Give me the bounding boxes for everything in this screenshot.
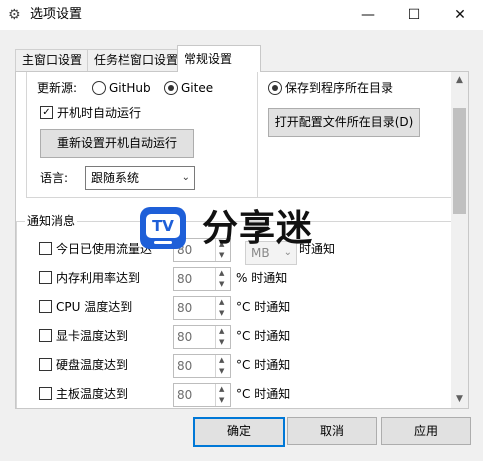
gitee-radio-label[interactable]: Gitee xyxy=(181,80,213,96)
mainboard-temp-notify-label[interactable]: 主板温度达到 xyxy=(56,386,128,402)
update-source-label: 更新源: xyxy=(37,81,78,95)
language-select-value: 跟随系统 xyxy=(91,171,140,185)
autostart-label[interactable]: 开机时自动运行 xyxy=(57,105,141,121)
watermark-badge: TV xyxy=(146,214,180,238)
spinner-arrows[interactable]: ▲ ▼ xyxy=(215,326,230,348)
close-button[interactable]: ✕ xyxy=(437,0,483,30)
scrollbar-thumb[interactable] xyxy=(453,108,466,214)
traffic-notify-label[interactable]: 今日已使用流量达 xyxy=(56,241,152,257)
chevron-down-icon: ⌄ xyxy=(181,172,190,183)
language-select[interactable]: 跟随系统 ⌄ xyxy=(85,166,195,190)
disk-temp-notify-suffix: °C 时通知 xyxy=(236,358,291,372)
github-radio[interactable] xyxy=(92,81,106,95)
memory-notify-label[interactable]: 内存利用率达到 xyxy=(56,270,140,286)
spinner-arrows[interactable]: ▲ ▼ xyxy=(215,355,230,377)
tv-stand xyxy=(154,241,172,244)
memory-notify-checkbox[interactable] xyxy=(39,271,52,284)
cpu-temp-threshold-spinner[interactable]: 80 ▲ ▼ xyxy=(173,296,231,320)
tv-logo-icon: TV xyxy=(140,207,186,249)
cpu-temp-notify-suffix: °C 时通知 xyxy=(236,300,291,314)
cpu-temp-notify-checkbox[interactable] xyxy=(39,300,52,313)
disk-temp-notify-checkbox[interactable] xyxy=(39,358,52,371)
github-radio-label[interactable]: GitHub xyxy=(109,80,151,96)
mainboard-temp-notify-suffix: °C 时通知 xyxy=(236,387,291,401)
memory-threshold-value: 80 xyxy=(177,272,193,286)
cpu-temp-notify-label[interactable]: CPU 温度达到 xyxy=(56,299,132,315)
maximize-button[interactable]: ☐ xyxy=(391,0,437,30)
traffic-notify-checkbox[interactable] xyxy=(39,242,52,255)
spinner-arrows[interactable]: ▲ ▼ xyxy=(215,268,230,290)
mainboard-temp-threshold-spinner[interactable]: 80 ▲ ▼ xyxy=(173,383,231,407)
cancel-button[interactable]: 取消 xyxy=(287,417,377,445)
scroll-up-arrow-icon[interactable]: ▲ xyxy=(451,72,468,89)
gitee-radio[interactable] xyxy=(164,81,178,95)
tab-general[interactable]: 常规设置 xyxy=(177,45,261,72)
title-bar: ⚙ 选项设置 — ☐ ✕ xyxy=(0,0,483,30)
save-to-program-dir-radio[interactable] xyxy=(268,81,282,95)
window-title: 选项设置 xyxy=(30,7,83,22)
spinner-arrows[interactable]: ▲ ▼ xyxy=(215,384,230,406)
notify-group-title: 通知消息 xyxy=(25,213,78,229)
disk-temp-threshold-value: 80 xyxy=(177,359,193,373)
memory-threshold-spinner[interactable]: 80 ▲ ▼ xyxy=(173,267,231,291)
memory-notify-suffix: % 时通知 xyxy=(236,271,288,285)
mainboard-temp-threshold-value: 80 xyxy=(177,388,193,402)
gpu-temp-threshold-value: 80 xyxy=(177,330,193,344)
watermark: TV 分享迷 xyxy=(140,205,340,255)
mainboard-temp-notify-checkbox[interactable] xyxy=(39,387,52,400)
options-dialog: ⚙ 选项设置 — ☐ ✕ 主窗口设置 任务栏窗口设置 常规设置 更新源: Git… xyxy=(0,0,483,461)
disk-temp-notify-label[interactable]: 硬盘温度达到 xyxy=(56,357,128,373)
disk-temp-threshold-spinner[interactable]: 80 ▲ ▼ xyxy=(173,354,231,378)
tab-taskbar-window[interactable]: 任务栏窗口设置 xyxy=(87,49,191,71)
gear-icon: ⚙ xyxy=(8,7,21,23)
autostart-checkbox[interactable]: ✓ xyxy=(40,106,53,119)
gpu-temp-notify-label[interactable]: 显卡温度达到 xyxy=(56,328,128,344)
reset-autostart-button[interactable]: 重新设置开机自动运行 xyxy=(40,129,194,158)
ok-button[interactable]: 确定 xyxy=(193,417,285,447)
scroll-down-arrow-icon[interactable]: ▼ xyxy=(451,391,468,408)
config-location-group: 保存到程序所在目录 打开配置文件所在目录(D) xyxy=(257,72,454,198)
spinner-arrows[interactable]: ▲ ▼ xyxy=(215,297,230,319)
watermark-text: 分享迷 xyxy=(202,208,314,249)
language-label: 语言: xyxy=(40,171,69,185)
save-to-program-dir-label[interactable]: 保存到程序所在目录 xyxy=(285,80,393,96)
minimize-button[interactable]: — xyxy=(345,0,391,30)
gpu-temp-threshold-spinner[interactable]: 80 ▲ ▼ xyxy=(173,325,231,349)
gpu-temp-notify-checkbox[interactable] xyxy=(39,329,52,342)
open-config-dir-button[interactable]: 打开配置文件所在目录(D) xyxy=(268,108,420,137)
general-group: 更新源: GitHub Gitee ✓ 开机时自动运行 重新设置开机自动运行 语… xyxy=(26,72,258,198)
vertical-scrollbar[interactable]: ▲ ▼ xyxy=(451,72,468,408)
cpu-temp-threshold-value: 80 xyxy=(177,301,193,315)
gpu-temp-notify-suffix: °C 时通知 xyxy=(236,329,291,343)
apply-button[interactable]: 应用 xyxy=(381,417,471,445)
